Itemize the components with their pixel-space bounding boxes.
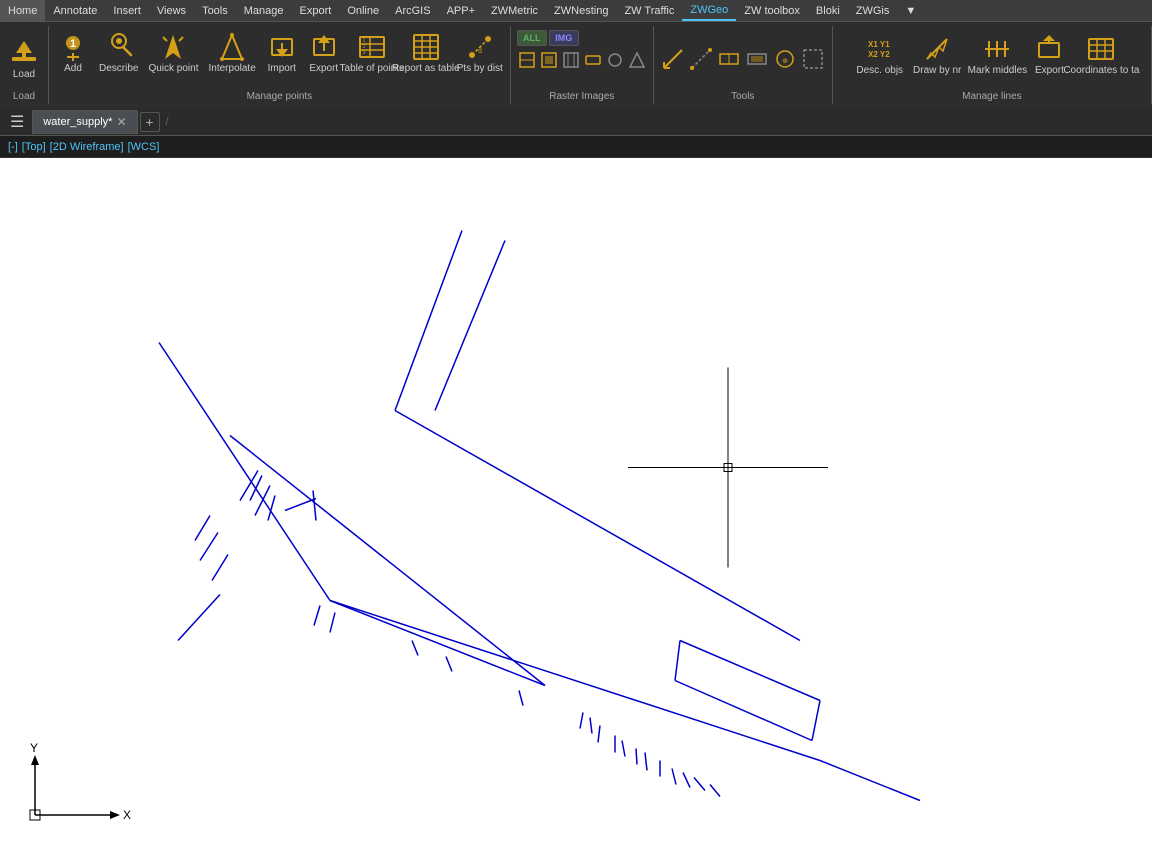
menu-item-views[interactable]: Views bbox=[149, 0, 194, 21]
menu-item-app[interactable]: APP+ bbox=[439, 0, 483, 21]
crosshair bbox=[628, 368, 828, 568]
mark-middles-button[interactable]: Mark middles bbox=[967, 30, 1027, 80]
tools-btn1[interactable] bbox=[660, 46, 686, 72]
draw-by-nr-label: Draw by nr bbox=[913, 65, 961, 77]
desc-objs-label: Desc. objs bbox=[856, 65, 903, 77]
tools-btn5[interactable]: ⊕ bbox=[772, 46, 798, 72]
menu-item-tools[interactable]: Tools bbox=[194, 0, 236, 21]
report-as-table-button[interactable]: Report as table bbox=[400, 28, 452, 78]
mark-middles-label: Mark middles bbox=[968, 65, 1027, 77]
manage-lines-label: Manage lines bbox=[962, 91, 1021, 102]
raster-btn5[interactable] bbox=[561, 50, 581, 70]
quick-point-button[interactable]: Quick point bbox=[144, 28, 202, 78]
tools-btn4[interactable] bbox=[744, 46, 770, 72]
tab-bar: ☰ water_supply* ✕ + / bbox=[0, 108, 1152, 136]
water-supply-tab[interactable]: water_supply* ✕ bbox=[32, 110, 137, 134]
svg-text:1: 1 bbox=[70, 38, 76, 50]
draw-by-nr-button[interactable]: Draw by nr bbox=[909, 30, 965, 80]
menu-item-annotate[interactable]: Annotate bbox=[45, 0, 105, 21]
import-label: Import bbox=[268, 63, 296, 75]
breadcrumb: [-] [Top] [2D Wireframe] [WCS] bbox=[0, 136, 1152, 158]
raster-img-button[interactable]: IMG bbox=[549, 30, 579, 46]
raster-btn7[interactable] bbox=[605, 50, 625, 70]
menu-item-dropdown[interactable]: ▼ bbox=[897, 0, 924, 21]
menu-bar: Home Annotate Insert Views Tools Manage … bbox=[0, 0, 1152, 22]
canvas-area[interactable]: Y X bbox=[0, 158, 1152, 863]
raster-images-label: Raster Images bbox=[549, 91, 614, 102]
menu-item-zwgeo[interactable]: ZWGeo bbox=[682, 0, 736, 21]
svg-text:⊕: ⊕ bbox=[782, 58, 788, 65]
menu-item-zwnesting[interactable]: ZWNesting bbox=[546, 0, 616, 21]
menu-item-zwtraffic[interactable]: ZW Traffic bbox=[616, 0, 682, 21]
menu-item-export[interactable]: Export bbox=[292, 0, 340, 21]
interpolate-label: Interpolate bbox=[209, 63, 256, 75]
svg-text:X1 Y1: X1 Y1 bbox=[868, 40, 890, 49]
load-button[interactable]: Load bbox=[4, 34, 44, 84]
quick-point-label: Quick point bbox=[148, 63, 198, 75]
coordinates-to-table-label: Coordinates to ta bbox=[1063, 65, 1139, 77]
tools-btn6[interactable] bbox=[800, 46, 826, 72]
tools-group: ⊕ Tools bbox=[654, 26, 833, 104]
hamburger-menu[interactable]: ☰ bbox=[4, 112, 30, 132]
load-group: Load Load bbox=[0, 26, 49, 104]
menu-item-online[interactable]: Online bbox=[339, 0, 387, 21]
export-button[interactable]: Export bbox=[304, 28, 344, 78]
menu-item-zwmetric[interactable]: ZWMetric bbox=[483, 0, 546, 21]
interpolate-button[interactable]: Interpolate bbox=[205, 28, 260, 78]
menu-item-zwgis[interactable]: ZWGis bbox=[848, 0, 898, 21]
breadcrumb-top[interactable]: [Top] bbox=[22, 141, 46, 153]
svg-text:3: 3 bbox=[362, 50, 365, 56]
manage-points-group: 1 Add bbox=[49, 26, 511, 104]
menu-item-zwtoolbox[interactable]: ZW toolbox bbox=[736, 0, 808, 21]
describe-label: Describe bbox=[99, 63, 138, 75]
add-label: Add bbox=[64, 63, 82, 75]
raster-btn3[interactable] bbox=[517, 50, 537, 70]
svg-text:X2 Y2: X2 Y2 bbox=[868, 50, 890, 59]
import-button[interactable]: Import bbox=[262, 28, 302, 78]
desc-objs-button[interactable]: X1 Y1 X2 Y2 Desc. objs bbox=[852, 30, 907, 80]
drawing-canvas bbox=[0, 158, 1152, 863]
tools-group-label: Tools bbox=[731, 91, 754, 102]
export-label: Export bbox=[309, 63, 338, 75]
describe-button[interactable]: Describe bbox=[95, 28, 142, 78]
tools-btn2[interactable] bbox=[688, 46, 714, 72]
pts-by-dist-button[interactable]: d Pts by dist bbox=[454, 28, 506, 78]
manage-lines-group: X1 Y1 X2 Y2 Desc. objs bbox=[833, 26, 1152, 104]
load-group-label: Load bbox=[13, 91, 35, 102]
load-label: Load bbox=[13, 69, 35, 81]
menu-item-arcgis[interactable]: ArcGIS bbox=[387, 0, 438, 21]
tab-separator: / bbox=[166, 116, 169, 128]
breadcrumb-minus[interactable]: [-] bbox=[8, 141, 18, 153]
raster-btn8[interactable] bbox=[627, 50, 647, 70]
raster-btn6[interactable] bbox=[583, 50, 603, 70]
menu-item-home[interactable]: Home bbox=[0, 0, 45, 21]
svg-text:d: d bbox=[478, 48, 482, 55]
table-of-points-button[interactable]: 1 2 3 Table of points bbox=[346, 28, 398, 78]
raster-all-button[interactable]: ALL bbox=[517, 30, 547, 46]
menu-item-bloki[interactable]: Bloki bbox=[808, 0, 848, 21]
raster-btn4[interactable] bbox=[539, 50, 559, 70]
coordinates-to-table-button[interactable]: Coordinates to ta bbox=[1071, 30, 1131, 80]
ml-export-label: Export bbox=[1035, 65, 1064, 77]
tools-btn3[interactable] bbox=[716, 46, 742, 72]
add-button[interactable]: 1 Add bbox=[53, 28, 93, 78]
manage-points-label: Manage points bbox=[247, 91, 313, 102]
report-as-table-label: Report as table bbox=[392, 63, 460, 75]
raster-images-group: ALL IMG bbox=[511, 26, 654, 104]
breadcrumb-wcs[interactable]: [WCS] bbox=[128, 141, 160, 153]
tab-label: water_supply* bbox=[43, 116, 112, 128]
menu-item-manage[interactable]: Manage bbox=[236, 0, 292, 21]
breadcrumb-wireframe[interactable]: [2D Wireframe] bbox=[50, 141, 124, 153]
add-tab-button[interactable]: + bbox=[140, 112, 160, 132]
tab-close-button[interactable]: ✕ bbox=[116, 115, 126, 129]
menu-item-insert[interactable]: Insert bbox=[105, 0, 149, 21]
pts-by-dist-label: Pts by dist bbox=[457, 63, 503, 75]
